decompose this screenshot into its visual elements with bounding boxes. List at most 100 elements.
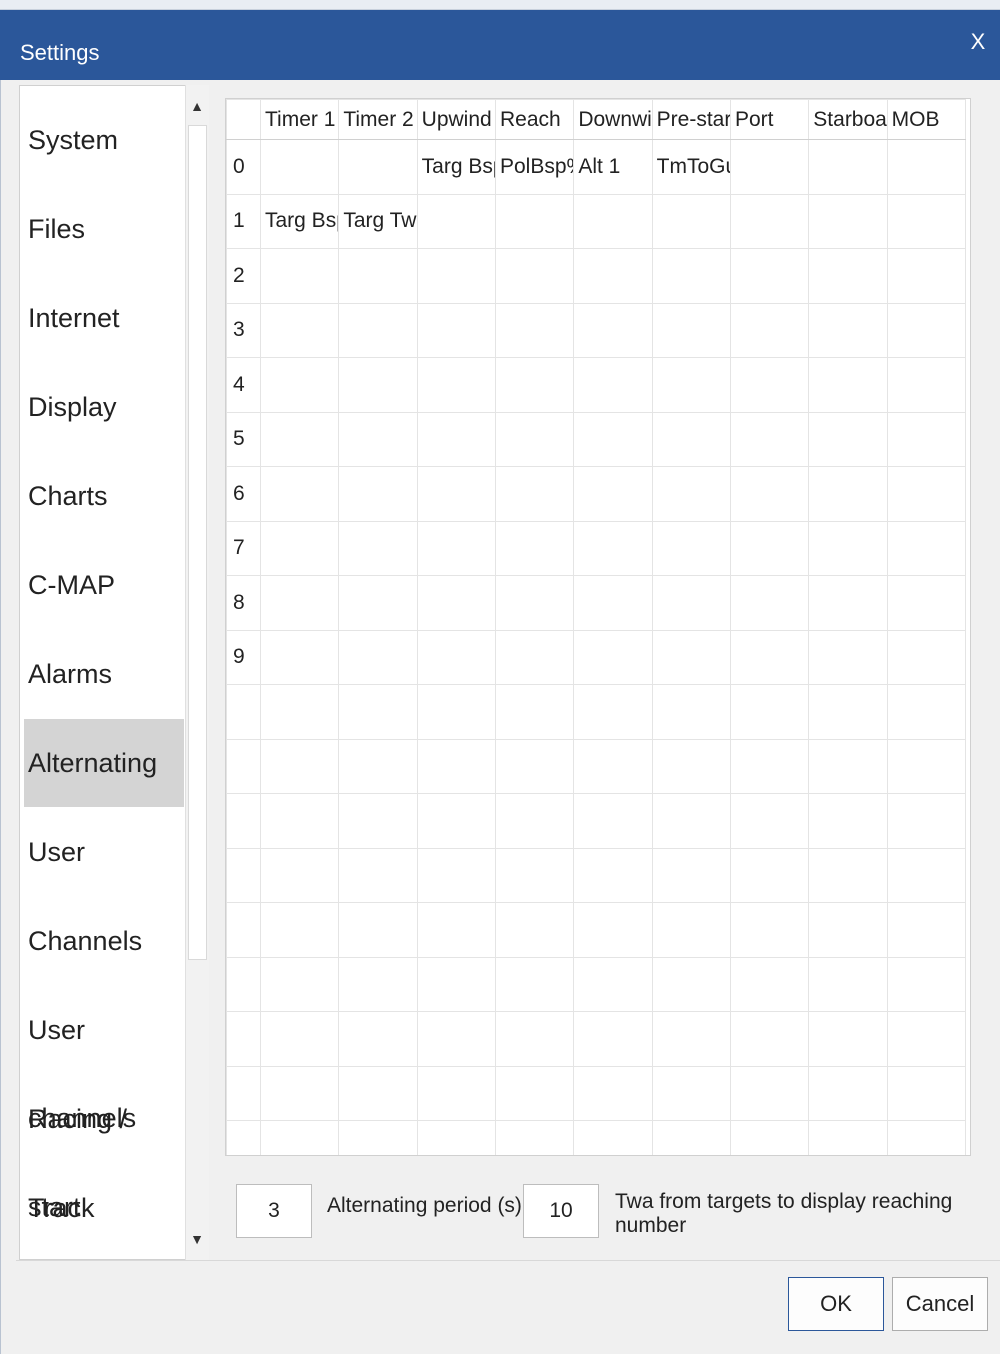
table-cell[interactable] (886, 411, 967, 467)
table-cell[interactable] (729, 575, 810, 631)
table-cell[interactable] (259, 411, 340, 467)
table-cell[interactable] (573, 1120, 653, 1155)
table-cell[interactable] (573, 793, 653, 849)
table-cell[interactable] (416, 575, 496, 631)
table-cell[interactable] (573, 1011, 653, 1067)
table-cell[interactable] (494, 956, 575, 1012)
table-cell[interactable] (886, 1065, 967, 1121)
table-cell[interactable] (494, 302, 575, 358)
table-cell[interactable] (651, 357, 731, 413)
close-button[interactable]: X (956, 22, 1000, 62)
table-cell[interactable] (651, 520, 731, 576)
table-cell[interactable] (808, 847, 888, 903)
table-cell[interactable] (651, 793, 731, 849)
table-cell[interactable] (416, 357, 496, 413)
table-cell[interactable] (886, 629, 967, 685)
table-cell[interactable]: TmToGun (651, 139, 731, 195)
table-cell[interactable] (338, 902, 418, 958)
table-cell[interactable] (338, 302, 418, 358)
table-cell[interactable] (651, 1011, 731, 1067)
table-cell[interactable] (573, 1065, 653, 1121)
table-cell[interactable] (729, 902, 810, 958)
table-cell[interactable] (416, 248, 496, 304)
column-header-timer1[interactable]: Timer 1 (259, 99, 340, 140)
table-cell[interactable] (573, 466, 653, 522)
table-cell[interactable] (338, 629, 418, 685)
table-cell[interactable] (338, 847, 418, 903)
table-cell[interactable] (651, 575, 731, 631)
table-cell[interactable] (729, 466, 810, 522)
table-cell[interactable] (886, 1011, 967, 1067)
table-cell[interactable] (651, 902, 731, 958)
table-cell[interactable] (886, 466, 967, 522)
alternating-period-input[interactable]: 3 (236, 1184, 312, 1238)
table-cell[interactable] (729, 793, 810, 849)
table-cell[interactable] (416, 302, 496, 358)
table-cell[interactable] (494, 193, 575, 249)
table-cell[interactable] (494, 629, 575, 685)
table-cell[interactable] (573, 302, 653, 358)
table-cell[interactable] (494, 684, 575, 740)
table-cell[interactable] (338, 466, 418, 522)
table-cell[interactable] (494, 847, 575, 903)
sidebar-item-channels[interactable]: Channels (24, 897, 184, 985)
table-cell[interactable] (651, 684, 731, 740)
table-cell[interactable] (651, 629, 731, 685)
table-cell[interactable] (338, 520, 418, 576)
table-cell[interactable] (338, 1065, 418, 1121)
table-cell[interactable] (416, 1120, 496, 1155)
table-cell[interactable] (886, 902, 967, 958)
sidebar-item-racing-start[interactable]: Racing / start (24, 1075, 184, 1222)
table-cell[interactable] (729, 139, 810, 195)
sidebar-scrollbar[interactable]: ▲ ▼ (185, 85, 209, 1260)
table-cell[interactable] (416, 193, 496, 249)
table-cell[interactable] (416, 1065, 496, 1121)
table-cell[interactable] (259, 520, 340, 576)
table-cell[interactable]: PolBsp% (494, 139, 575, 195)
table-cell[interactable] (494, 466, 575, 522)
table-cell[interactable]: Targ Twa (338, 193, 418, 249)
sidebar-item-track[interactable]: Track (24, 1164, 184, 1252)
table-cell[interactable]: Targ Bsp (416, 139, 496, 195)
table-cell[interactable] (338, 1011, 418, 1067)
table-cell[interactable] (808, 1011, 888, 1067)
table-cell[interactable] (494, 1120, 575, 1155)
cancel-button[interactable]: Cancel (892, 1277, 988, 1331)
table-cell[interactable] (651, 302, 731, 358)
table-cell[interactable] (494, 411, 575, 467)
table-cell[interactable] (808, 956, 888, 1012)
table-cell[interactable] (416, 466, 496, 522)
table-cell[interactable] (259, 466, 340, 522)
column-header-timer2[interactable]: Timer 2 (338, 99, 418, 140)
table-cell[interactable] (259, 357, 340, 413)
table-cell[interactable] (886, 193, 967, 249)
table-cell[interactable]: Targ Bsp (259, 193, 340, 249)
table-cell[interactable] (808, 302, 888, 358)
sidebar-item-user-channels[interactable]: User channels (24, 986, 184, 1133)
table-cell[interactable] (808, 575, 888, 631)
table-cell[interactable] (808, 411, 888, 467)
table-cell[interactable] (573, 193, 653, 249)
sidebar-item-system[interactable]: System (24, 96, 184, 184)
table-cell[interactable] (808, 193, 888, 249)
table-cell[interactable] (494, 1065, 575, 1121)
table-cell[interactable] (651, 847, 731, 903)
table-cell[interactable] (886, 357, 967, 413)
column-header-reach[interactable]: Reach (494, 99, 575, 140)
table-cell[interactable] (729, 357, 810, 413)
table-cell[interactable] (416, 902, 496, 958)
table-cell[interactable] (494, 738, 575, 794)
table-cell[interactable] (338, 956, 418, 1012)
table-cell[interactable] (573, 902, 653, 958)
scroll-up-arrow-icon[interactable]: ▲ (186, 95, 208, 117)
table-cell[interactable] (808, 520, 888, 576)
table-cell[interactable] (808, 248, 888, 304)
table-cell[interactable] (494, 1011, 575, 1067)
table-cell[interactable] (259, 629, 340, 685)
table-cell[interactable] (259, 902, 340, 958)
table-cell[interactable] (808, 684, 888, 740)
column-header-downwind[interactable]: Downwind (573, 99, 653, 140)
table-cell[interactable] (808, 793, 888, 849)
table-cell[interactable] (886, 847, 967, 903)
table-cell[interactable] (651, 1120, 731, 1155)
